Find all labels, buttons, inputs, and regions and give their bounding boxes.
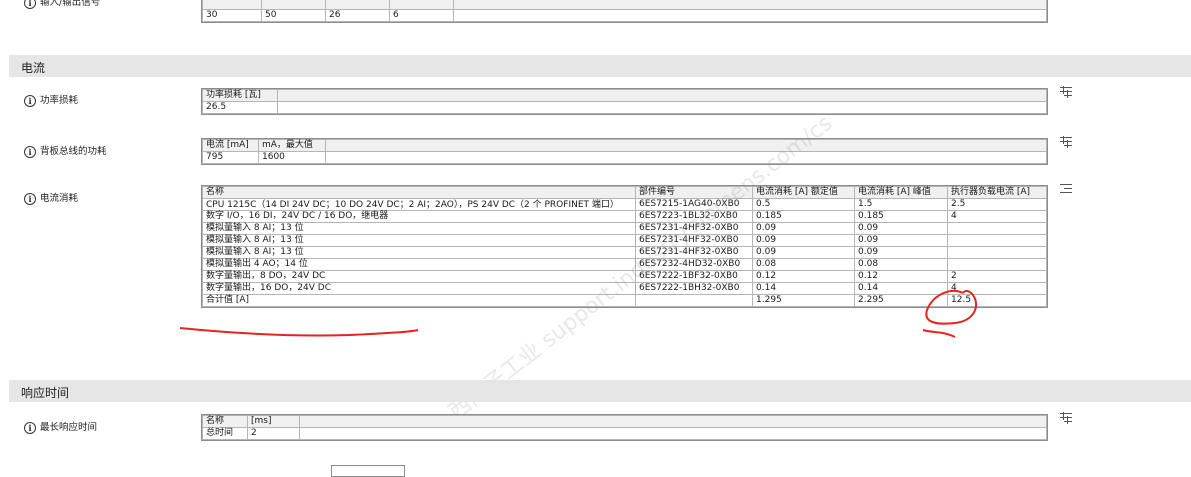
- table-cell: 0.12: [854, 270, 948, 283]
- max-response-label: i 最长响应时间: [24, 419, 97, 434]
- table-cell: 0.08: [752, 258, 855, 271]
- table-cell: 0.09: [854, 234, 948, 247]
- response-section-header[interactable]: 响应时间: [9, 380, 1191, 402]
- table-cell: 模拟量输入 8 AI；13 位: [202, 222, 636, 235]
- current-section-header[interactable]: 电流: [9, 55, 1191, 77]
- consumption-label: i 电流消耗: [24, 190, 78, 205]
- table-cell: 0.185: [752, 210, 855, 223]
- io-cell: 6: [389, 9, 454, 22]
- info-icon: i: [24, 0, 36, 9]
- table-row: 模拟量输入 8 AI；13 位 6ES7231-4HF32-0XB0 0.09 …: [202, 234, 1047, 247]
- collapse-icon[interactable]: [1060, 86, 1072, 98]
- table-cell: 0.14: [752, 282, 855, 295]
- backplane-cell: 1600: [258, 151, 326, 164]
- red-circle-annotation: [922, 289, 978, 338]
- response-cell: 总时间: [202, 427, 248, 440]
- info-icon: i: [24, 192, 36, 205]
- column-header: 名称: [202, 186, 636, 199]
- section-title: 响应时间: [21, 386, 70, 400]
- list-view-icon[interactable]: [1060, 183, 1072, 195]
- column-header: 电流消耗 [A] 峰值: [854, 186, 948, 199]
- table-row: 数字 I/O，16 DI，24V DC / 16 DO，继电器 6ES7223-…: [202, 210, 1047, 223]
- table-cell: 2: [947, 270, 1047, 283]
- table-cell: 4: [947, 210, 1047, 223]
- backplane-table: 电流 [mA] mA，最大值 795 1600: [201, 138, 1048, 165]
- table-cell: [947, 234, 1047, 247]
- table-cell: 0.08: [854, 258, 948, 271]
- table-cell: [947, 222, 1047, 235]
- table-cell: 数字 I/O，16 DI，24V DC / 16 DO，继电器: [202, 210, 636, 223]
- table-cell: 0.09: [854, 246, 948, 259]
- table-cell: 2.5: [947, 198, 1047, 211]
- power-loss-value: 26.5: [202, 101, 278, 114]
- io-cell: 26: [325, 9, 390, 22]
- table-cell: 1.295: [752, 294, 855, 307]
- column-header: 功率损耗 [瓦]: [202, 89, 278, 102]
- backplane-label: i 背板总线的功耗: [24, 143, 107, 158]
- column-header: 电流消耗 [A] 额定值: [752, 186, 855, 199]
- table-cell: [635, 294, 753, 307]
- table-cell: 0.12: [752, 270, 855, 283]
- table-cell: 0.09: [752, 222, 855, 235]
- table-cell: 模拟量输入 8 AI；13 位: [202, 234, 636, 247]
- red-underline-annotation: [179, 327, 419, 337]
- info-icon: i: [24, 94, 36, 107]
- collapse-icon[interactable]: [1060, 136, 1072, 148]
- power-loss-table: 功率损耗 [瓦] 26.5: [201, 88, 1048, 115]
- io-signals-label: i 输入/输出信号: [24, 0, 100, 9]
- table-cell: CPU 1215C（14 DI 24V DC；10 DO 24V DC；2 AI…: [202, 198, 636, 211]
- column-header: 名称: [202, 415, 248, 428]
- io-cell: 50: [261, 9, 326, 22]
- table-cell: 0.09: [752, 234, 855, 247]
- info-icon: i: [24, 421, 36, 434]
- table-cell: 6ES7222-1BH32-0XB0: [635, 282, 753, 295]
- table-cell: 0.5: [752, 198, 855, 211]
- table-cell: [947, 258, 1047, 271]
- section-title: 电流: [21, 61, 46, 75]
- io-cell: 30: [202, 9, 262, 22]
- table-cell: 模拟量输出 4 AO；14 位: [202, 258, 636, 271]
- max-response-table: 名称 [ms] 总时间 2: [201, 414, 1048, 441]
- table-row: 模拟量输入 8 AI；13 位 6ES7231-4HF32-0XB0 0.09 …: [202, 222, 1047, 235]
- table-row: CPU 1215C（14 DI 24V DC；10 DO 24V DC；2 AI…: [202, 198, 1047, 211]
- table-cell: 0.09: [854, 222, 948, 235]
- column-header: mA，最大值: [258, 139, 326, 152]
- bottom-input[interactable]: [331, 465, 405, 477]
- table-cell: 0.185: [854, 210, 948, 223]
- io-signals-table: 30 50 26 6: [201, 0, 1048, 23]
- backplane-cell: 795: [202, 151, 259, 164]
- power-loss-label: i 功率损耗: [24, 92, 78, 107]
- column-header: 电流 [mA]: [202, 139, 259, 152]
- collapse-icon[interactable]: [1060, 412, 1072, 424]
- table-cell: 0.09: [752, 246, 855, 259]
- table-cell: 1.5: [854, 198, 948, 211]
- response-cell: 2: [247, 427, 300, 440]
- column-header: [ms]: [247, 415, 300, 428]
- table-cell: 模拟量输入 8 AI；13 位: [202, 246, 636, 259]
- info-icon: i: [24, 145, 36, 158]
- table-cell: [947, 246, 1047, 259]
- column-header: 执行器负载电流 [A]: [947, 186, 1047, 199]
- table-cell: 数字量输出，8 DO，24V DC: [202, 270, 636, 283]
